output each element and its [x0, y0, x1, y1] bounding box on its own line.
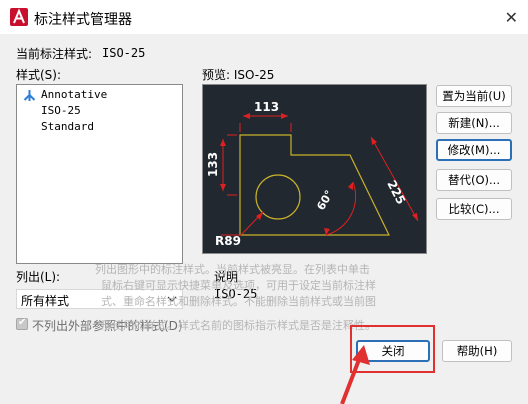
- dim-top-text: 113: [254, 100, 279, 114]
- exclude-xref-checkbox[interactable]: ✔: [16, 317, 28, 330]
- compare-style-button[interactable]: 比较(C)...: [436, 198, 512, 220]
- list-filter-label: 列出(L):: [16, 270, 61, 284]
- annotation-arrow-icon: [340, 345, 370, 404]
- style-item-iso25[interactable]: ISO-25: [41, 104, 81, 117]
- close-window-icon[interactable]: ✕: [505, 8, 518, 27]
- window-title: 标注样式管理器: [34, 12, 132, 28]
- styles-listbox[interactable]: Annotative ISO-25 Standard: [16, 84, 183, 264]
- current-style-label: 当前标注样式:: [16, 47, 93, 61]
- style-item-standard[interactable]: Standard: [41, 120, 94, 133]
- override-style-button[interactable]: 替代(O)...: [436, 169, 512, 191]
- styles-label: 样式(S):: [16, 68, 62, 82]
- style-item-annotative[interactable]: Annotative: [41, 88, 107, 101]
- dim-radius-text: R89: [215, 234, 241, 248]
- new-style-button[interactable]: 新建(N)...: [436, 112, 512, 134]
- dim-left-text: 133: [206, 152, 220, 177]
- chevron-down-icon: [167, 296, 177, 302]
- list-filter-select[interactable]: 所有样式: [16, 289, 183, 309]
- description-label: 说明: [214, 270, 239, 284]
- preview-label: 预览: ISO-25: [202, 68, 275, 82]
- annotative-icon: [23, 90, 36, 101]
- exclude-xref-label: 不列出外部参照中的样式(D): [32, 319, 183, 333]
- description-value: ISO-25: [214, 287, 258, 301]
- title-bar: 标注样式管理器 ✕: [0, 0, 528, 34]
- preview-pane: 113 133 225 60° R89: [202, 84, 427, 254]
- list-filter-value: 所有样式: [21, 294, 70, 308]
- checkmark-icon: ✔: [18, 317, 27, 328]
- autocad-logo-icon: [10, 8, 28, 26]
- preview-drawing: 113 133 225 60° R89: [206, 100, 419, 248]
- dim-diag-text: 225: [384, 178, 408, 207]
- set-current-button[interactable]: 置为当前(U): [436, 85, 512, 107]
- help-button[interactable]: 帮助(H): [442, 340, 512, 362]
- current-style-value: ISO-25: [102, 46, 146, 60]
- modify-style-button[interactable]: 修改(M)...: [436, 139, 512, 161]
- dim-angle-text: 60°: [314, 188, 336, 213]
